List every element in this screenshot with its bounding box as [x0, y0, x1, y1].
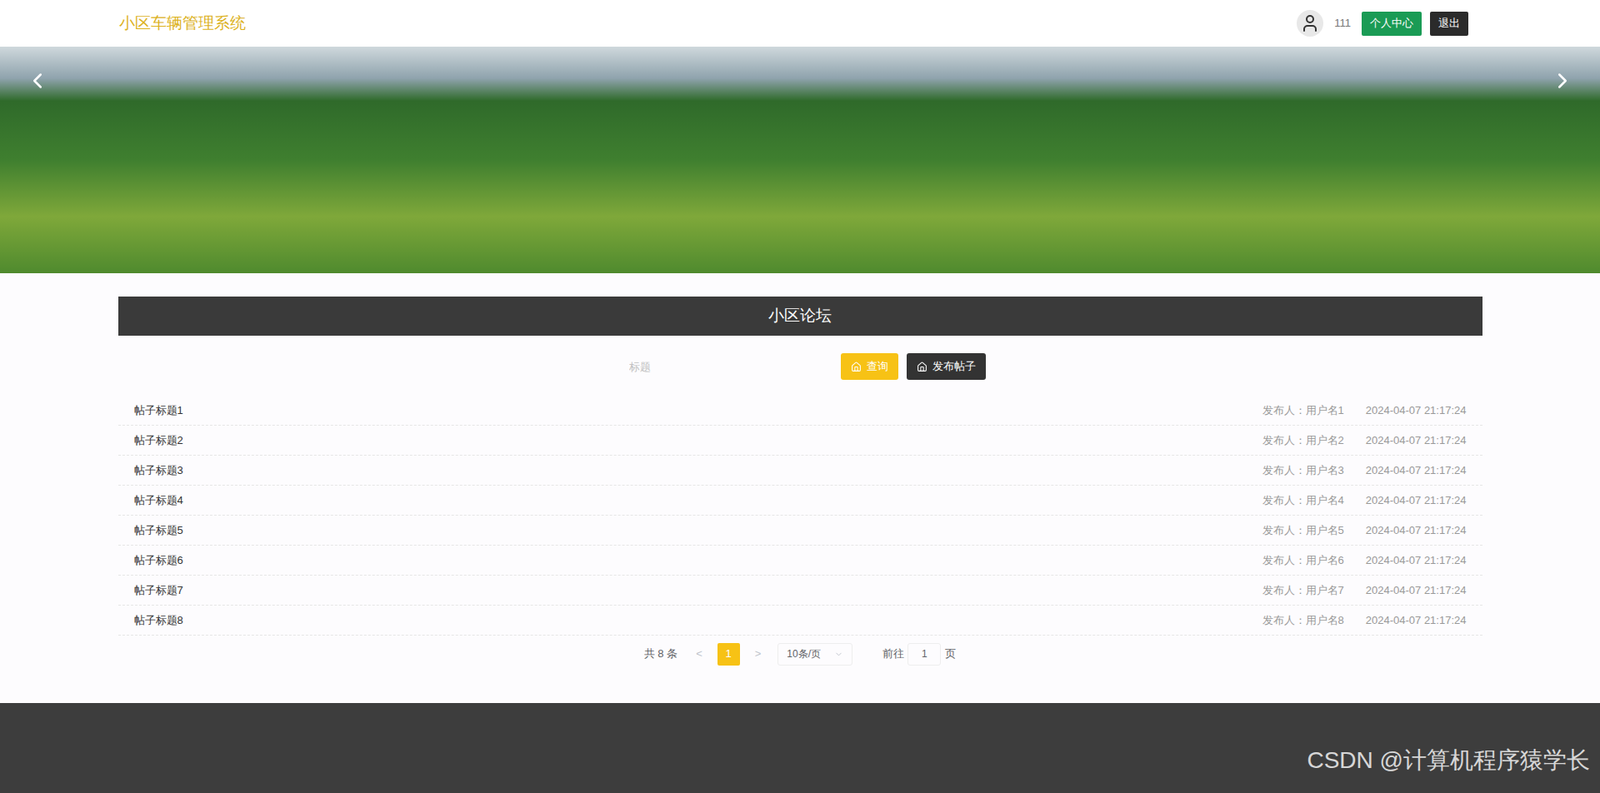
- profile-button[interactable]: 个人中心: [1361, 11, 1422, 36]
- post-author: 发布人：用户名7: [1262, 582, 1345, 600]
- post-row[interactable]: 帖子标题2 发布人：用户名2 2024-04-07 21:17:24: [118, 425, 1483, 456]
- post-author: 发布人：用户名4: [1262, 492, 1345, 510]
- home-icon: [916, 361, 928, 373]
- top-bar: 小区车辆管理系统 111 个人中心退出: [0, 0, 1600, 47]
- post-author: 发布人：用户名5: [1262, 522, 1345, 540]
- post-row[interactable]: 帖子标题5 发布人：用户名5 2024-04-07 21:17:24: [118, 515, 1483, 546]
- page-size-select[interactable]: 10条/页: [777, 643, 853, 666]
- publish-button[interactable]: 发布帖子: [906, 353, 986, 380]
- total-count: 共 8 条: [644, 645, 678, 663]
- goto-label: 前往: [882, 645, 905, 663]
- post-author: 发布人：用户名1: [1262, 402, 1345, 420]
- post-title[interactable]: 帖子标题2: [134, 432, 184, 450]
- post-row[interactable]: 帖子标题7 发布人：用户名7 2024-04-07 21:17:24: [118, 575, 1483, 606]
- goto-suffix: 页: [945, 645, 956, 663]
- post-author: 发布人：用户名2: [1262, 432, 1345, 450]
- post-row[interactable]: 帖子标题8 发布人：用户名8 2024-04-07 21:17:24: [118, 605, 1483, 636]
- post-row[interactable]: 帖子标题3 发布人：用户名3 2024-04-07 21:17:24: [118, 455, 1483, 486]
- watermark: CSDN @计算机程序猿学长: [1306, 743, 1590, 779]
- banner-prev-button[interactable]: [25, 68, 50, 94]
- site-title: 小区车辆管理系统: [119, 11, 246, 36]
- search-row: 查询发布帖子: [118, 335, 1483, 396]
- post-row[interactable]: 帖子标题6 发布人：用户名6 2024-04-07 21:17:24: [118, 545, 1483, 576]
- post-author: 发布人：用户名8: [1262, 612, 1345, 630]
- post-row[interactable]: 帖子标题1 发布人：用户名1 2024-04-07 21:17:24: [118, 395, 1483, 426]
- search-input[interactable]: [614, 353, 833, 380]
- post-title[interactable]: 帖子标题5: [134, 522, 184, 540]
- post-row[interactable]: 帖子标题4 发布人：用户名4 2024-04-07 21:17:24: [118, 485, 1483, 516]
- post-title[interactable]: 帖子标题8: [134, 612, 184, 630]
- banner: [0, 46, 1600, 274]
- section-title-bar: 小区论坛: [118, 296, 1483, 336]
- post-time: 2024-04-07 21:17:24: [1365, 612, 1467, 630]
- chevron-right-icon: [1550, 68, 1575, 94]
- post-author: 发布人：用户名3: [1262, 462, 1345, 480]
- goto-input[interactable]: [907, 643, 941, 666]
- page-number[interactable]: 1: [717, 643, 740, 666]
- post-time: 2024-04-07 21:17:24: [1365, 402, 1467, 420]
- post-time: 2024-04-07 21:17:24: [1365, 492, 1467, 510]
- post-time: 2024-04-07 21:17:24: [1365, 552, 1467, 570]
- post-title[interactable]: 帖子标题6: [134, 552, 184, 570]
- home-icon: [850, 361, 862, 373]
- post-title[interactable]: 帖子标题4: [134, 492, 184, 510]
- banner-next-button[interactable]: [1550, 68, 1575, 94]
- post-title[interactable]: 帖子标题1: [134, 402, 184, 420]
- post-time: 2024-04-07 21:17:24: [1365, 522, 1467, 540]
- prev-page-button[interactable]: <: [695, 645, 703, 663]
- post-time: 2024-04-07 21:17:24: [1365, 582, 1467, 600]
- post-title[interactable]: 帖子标题7: [134, 582, 184, 600]
- post-list: 帖子标题1 发布人：用户名1 2024-04-07 21:17:24 帖子标题2 发布人…: [118, 395, 1483, 636]
- forum-section: 小区论坛查询发布帖子帖子标题1发布人：用户名12024-04-07 21:17:…: [118, 273, 1483, 704]
- next-page-button[interactable]: >: [755, 645, 762, 663]
- logout-button[interactable]: 退出: [1430, 11, 1469, 36]
- username: 111: [1334, 15, 1351, 32]
- post-time: 2024-04-07 21:17:24: [1365, 462, 1467, 480]
- page: 小区车辆管理系统111个人中心退出小区论坛查询发布帖子帖子标题1发布人：用户名1…: [0, 0, 1600, 793]
- pagination: 共 8 条 <1 >10条/页 前往 页: [118, 642, 1483, 666]
- search-button[interactable]: 查询: [840, 353, 899, 380]
- avatar-icon[interactable]: [1296, 10, 1324, 37]
- post-title[interactable]: 帖子标题3: [134, 462, 184, 480]
- post-time: 2024-04-07 21:17:24: [1365, 432, 1467, 450]
- chevron-left-icon: [25, 68, 50, 94]
- user-area: 111 个人中心退出: [1296, 10, 1469, 37]
- chevron-down-icon: [834, 650, 844, 660]
- post-author: 发布人：用户名6: [1262, 552, 1345, 570]
